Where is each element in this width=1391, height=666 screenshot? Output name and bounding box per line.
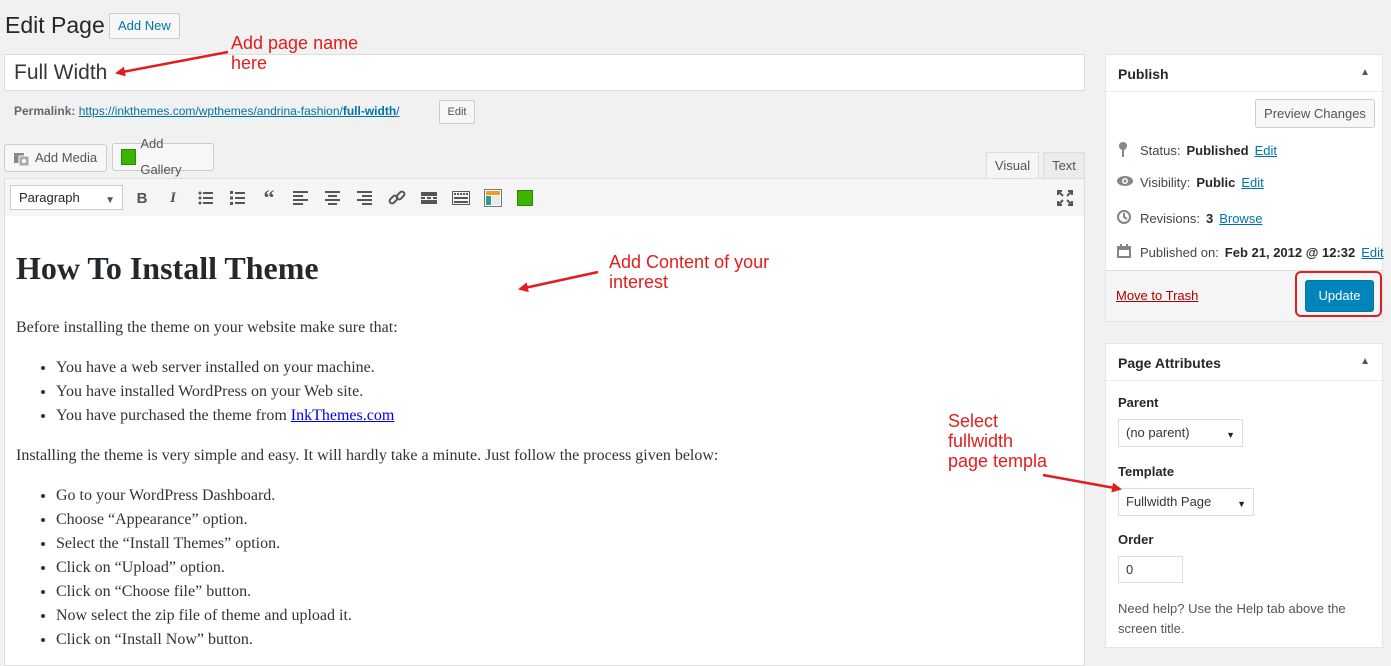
annotation-arrows (115, 50, 1122, 493)
arrow-to-title (115, 50, 229, 77)
arrow-to-template (1042, 473, 1122, 493)
arrow-to-content (518, 270, 599, 293)
